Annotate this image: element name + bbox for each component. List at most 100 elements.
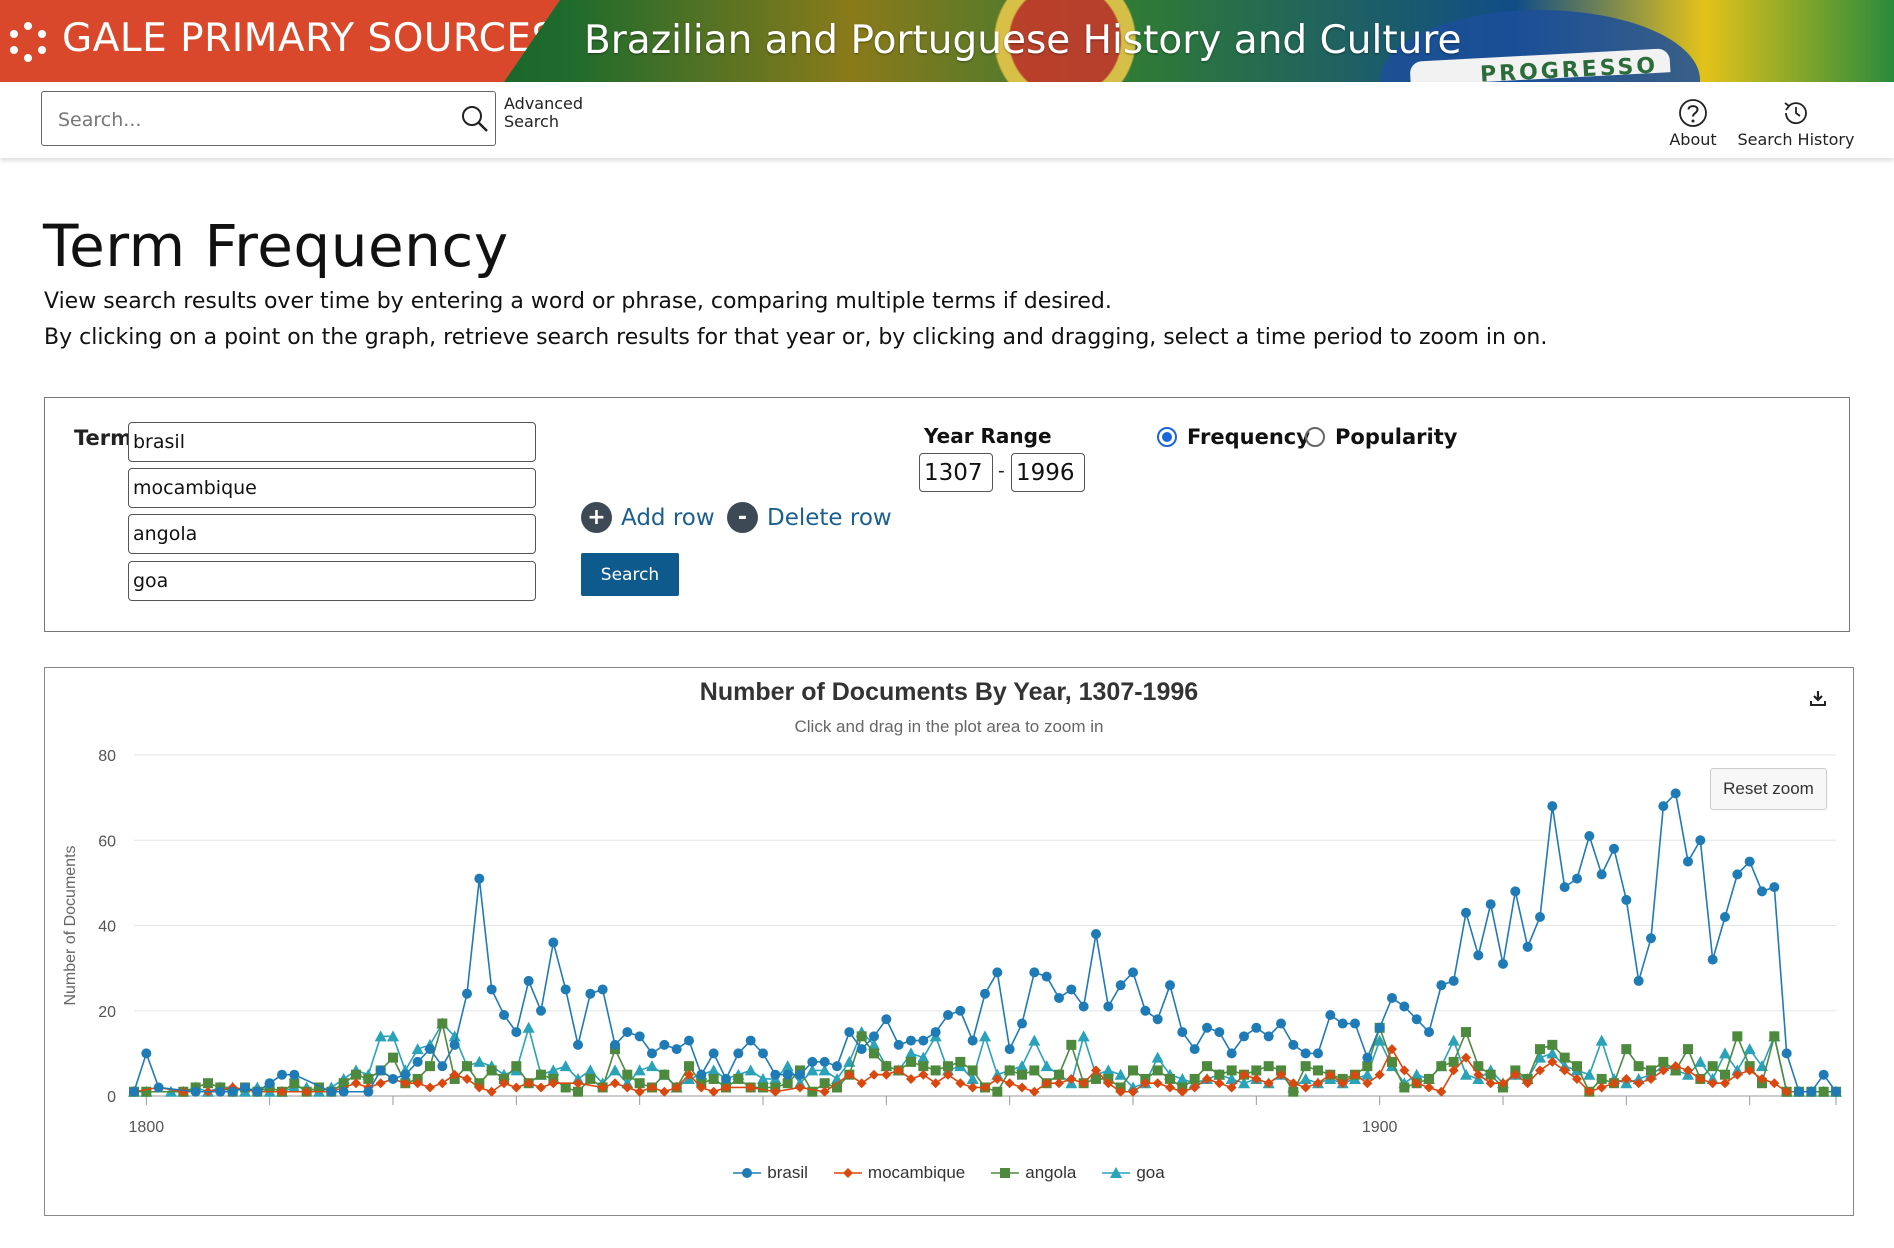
data-point-brasil[interactable]	[684, 1035, 694, 1046]
data-point-angola[interactable]	[536, 1069, 546, 1080]
data-point-brasil[interactable]	[536, 1005, 546, 1016]
data-point-mocambique[interactable]	[437, 1078, 448, 1089]
data-point-goa[interactable]	[411, 1043, 424, 1055]
data-point-brasil[interactable]	[770, 1069, 781, 1080]
data-point-angola[interactable]	[1362, 1061, 1373, 1072]
add-row-button[interactable]: + Add row	[581, 502, 715, 533]
legend-item-brasil[interactable]: brasil	[733, 1163, 808, 1183]
data-point-brasil[interactable]	[1202, 1022, 1212, 1033]
data-point-brasil[interactable]	[215, 1086, 226, 1097]
delete-row-button[interactable]: - Delete row	[727, 502, 892, 533]
data-point-angola[interactable]	[1017, 1069, 1027, 1080]
data-point-angola[interactable]	[1202, 1061, 1212, 1072]
data-point-brasil[interactable]	[240, 1082, 250, 1093]
data-point-angola[interactable]	[634, 1078, 645, 1089]
data-point-angola[interactable]	[437, 1018, 448, 1029]
data-point-brasil[interactable]	[289, 1069, 300, 1080]
data-point-brasil[interactable]	[832, 1061, 842, 1072]
data-point-brasil[interactable]	[634, 1031, 645, 1042]
data-point-brasil[interactable]	[1300, 1048, 1311, 1059]
data-point-angola[interactable]	[622, 1069, 633, 1080]
data-point-goa[interactable]	[1595, 1034, 1608, 1046]
data-point-brasil[interactable]	[1239, 1031, 1249, 1042]
search-icon[interactable]	[460, 104, 490, 134]
data-point-mocambique[interactable]	[610, 1078, 620, 1089]
data-point-mocambique[interactable]	[1004, 1078, 1015, 1089]
data-point-angola[interactable]	[425, 1061, 435, 1072]
data-point-brasil[interactable]	[363, 1086, 374, 1097]
data-point-mocambique[interactable]	[1017, 1082, 1027, 1093]
data-point-goa[interactable]	[609, 1064, 621, 1076]
data-point-angola[interactable]	[1720, 1069, 1730, 1080]
data-point-goa[interactable]	[547, 1064, 560, 1076]
data-point-brasil[interactable]	[1350, 1018, 1360, 1029]
data-point-mocambique[interactable]	[1214, 1078, 1225, 1089]
data-point-goa[interactable]	[1077, 1030, 1090, 1042]
data-point-angola[interactable]	[1128, 1065, 1138, 1076]
collection-title[interactable]: Brazilian and Portuguese History and Cul…	[584, 18, 1462, 63]
data-point-brasil[interactable]	[499, 1010, 509, 1021]
data-point-mocambique[interactable]	[351, 1078, 361, 1089]
data-point-mocambique[interactable]	[1054, 1078, 1064, 1089]
search-history-button[interactable]: Search History	[1736, 98, 1856, 149]
data-point-goa[interactable]	[979, 1030, 991, 1042]
data-point-brasil[interactable]	[967, 1035, 978, 1046]
data-point-brasil[interactable]	[1054, 992, 1064, 1003]
data-point-brasil[interactable]	[943, 1010, 953, 1021]
data-point-mocambique[interactable]	[918, 1069, 929, 1080]
data-point-brasil[interactable]	[1732, 869, 1743, 880]
data-point-goa[interactable]	[905, 1047, 917, 1059]
data-point-angola[interactable]	[659, 1069, 670, 1080]
term-input-3[interactable]	[128, 514, 536, 554]
data-point-angola[interactable]	[684, 1061, 694, 1072]
data-point-brasil[interactable]	[1362, 1052, 1373, 1063]
data-point-angola[interactable]	[1214, 1069, 1225, 1080]
data-point-angola[interactable]	[930, 1065, 941, 1076]
data-point-mocambique[interactable]	[881, 1069, 892, 1080]
data-point-brasil[interactable]	[1214, 1027, 1225, 1038]
data-point-brasil[interactable]	[1720, 911, 1730, 922]
term-input-1[interactable]	[128, 422, 536, 462]
frequency-radio[interactable]: Frequency	[1157, 425, 1310, 449]
data-point-brasil[interactable]	[1078, 1001, 1089, 1012]
data-point-goa[interactable]	[1447, 1034, 1460, 1046]
advanced-search-link[interactable]: Advanced Search	[504, 95, 594, 131]
data-point-brasil[interactable]	[560, 984, 571, 995]
data-point-brasil[interactable]	[1140, 1005, 1151, 1016]
data-point-brasil[interactable]	[449, 1039, 460, 1050]
data-point-brasil[interactable]	[745, 1035, 756, 1046]
data-point-brasil[interactable]	[388, 1073, 398, 1084]
data-point-brasil[interactable]	[1683, 856, 1693, 867]
data-point-mocambique[interactable]	[634, 1086, 645, 1097]
data-point-angola[interactable]	[1683, 1044, 1693, 1055]
data-point-brasil[interactable]	[1177, 1027, 1188, 1038]
data-point-goa[interactable]	[1583, 1068, 1596, 1080]
data-point-brasil[interactable]	[1115, 980, 1126, 991]
data-point-angola[interactable]	[1054, 1069, 1064, 1080]
legend-item-goa[interactable]: goa	[1102, 1163, 1165, 1183]
data-point-brasil[interactable]	[992, 967, 1003, 978]
data-point-goa[interactable]	[1743, 1043, 1756, 1055]
data-point-angola[interactable]	[1387, 1056, 1397, 1067]
data-point-brasil[interactable]	[1411, 1014, 1422, 1025]
data-point-brasil[interactable]	[1572, 873, 1582, 884]
data-point-brasil[interactable]	[955, 1005, 966, 1016]
data-point-brasil[interactable]	[1017, 1018, 1027, 1029]
data-point-goa[interactable]	[1040, 1060, 1053, 1072]
data-point-brasil[interactable]	[893, 1039, 904, 1050]
data-point-angola[interactable]	[906, 1056, 916, 1067]
data-point-angola[interactable]	[1288, 1086, 1299, 1097]
data-point-brasil[interactable]	[1424, 1027, 1434, 1038]
data-point-mocambique[interactable]	[967, 1082, 978, 1093]
data-point-brasil[interactable]	[264, 1078, 275, 1089]
data-point-angola[interactable]	[1300, 1061, 1311, 1072]
data-point-brasil[interactable]	[1831, 1086, 1841, 1097]
data-point-brasil[interactable]	[1461, 907, 1471, 918]
data-point-goa[interactable]	[1114, 1068, 1127, 1080]
brand-panel[interactable]: GALE PRIMARY SOURCES	[0, 0, 560, 82]
data-point-mocambique[interactable]	[1152, 1078, 1163, 1089]
data-point-brasil[interactable]	[1029, 967, 1040, 978]
data-point-brasil[interactable]	[1658, 801, 1669, 812]
data-point-brasil[interactable]	[819, 1056, 830, 1067]
data-point-angola[interactable]	[1646, 1065, 1656, 1076]
